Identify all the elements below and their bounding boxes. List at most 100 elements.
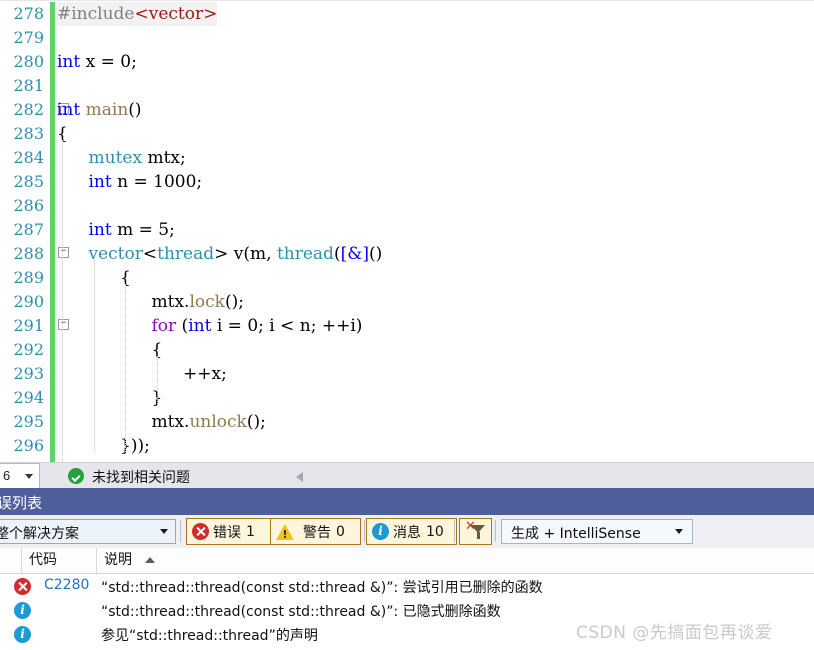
zoom-level-combobox[interactable]: 6 [0, 463, 40, 490]
code-line[interactable]: 279 [0, 26, 814, 50]
code-line[interactable]: 278 #include<vector> [0, 2, 814, 26]
messages-filter-toggle[interactable]: 消息 10 [366, 518, 457, 545]
line-number: 281 [13, 76, 44, 95]
code-token: ; [196, 172, 203, 192]
code-line[interactable]: 289{ [0, 266, 814, 290]
x-mark-icon: ✕ [465, 519, 476, 534]
code-token: int [57, 52, 81, 72]
clear-filter-icon[interactable]: ✕ [459, 518, 492, 545]
table-row[interactable]: “std::thread::thread(const std::thread &… [0, 598, 814, 622]
scope-combobox[interactable]: 整个解决方案 [0, 519, 176, 544]
warnings-filter-toggle[interactable]: 警告 0 [270, 518, 361, 545]
code-token: <vector> [134, 4, 218, 24]
row-description: “std::thread::thread(const std::thread &… [101, 580, 543, 596]
code-token: (); [224, 292, 244, 312]
table-row[interactable]: C2280 “std::thread::thread(const std::thr… [0, 574, 814, 598]
sort-ascending-icon [145, 557, 155, 563]
line-number: 278 [13, 4, 44, 23]
code-token: < [142, 244, 158, 264]
code-line[interactable]: 293 ++x; [0, 362, 814, 386]
code-token: mutex [88, 148, 143, 168]
build-source-combobox[interactable]: 生成 + IntelliSense [501, 519, 693, 544]
column-header-description[interactable]: 说明 [97, 548, 814, 573]
code-line[interactable]: 287 int m = 5; [0, 218, 814, 242]
code-token: 5 [158, 220, 170, 240]
toolbar-separator [364, 520, 365, 542]
row-description: “std::thread::thread(const std::thread &… [101, 604, 501, 620]
row-description: 参见“std::thread::thread”的声明 [101, 628, 318, 644]
error-icon [14, 578, 31, 595]
row-code[interactable]: C2280 [44, 577, 89, 593]
line-number: 280 [13, 52, 44, 71]
code-token: mtx. [151, 292, 190, 312]
chevron-down-icon [160, 529, 168, 534]
change-indicator-bar [50, 26, 55, 50]
line-number: 293 [13, 364, 44, 383]
code-line[interactable]: 283{ [0, 122, 814, 146]
column-header-code[interactable]: 代码 [22, 548, 97, 573]
warnings-count: 0 [336, 523, 345, 540]
code-token: (); [246, 412, 266, 432]
code-line[interactable]: 292{ [0, 338, 814, 362]
code-token: main [85, 100, 129, 120]
errors-filter-toggle[interactable]: 错误 1 [186, 518, 277, 545]
line-number: 294 [13, 388, 44, 407]
code-lines-container[interactable]: 278 #include<vector> 279 280 int x = 0; 281 28… [0, 2, 814, 462]
panel-title-bar[interactable]: 错误列表 [0, 488, 814, 515]
code-line[interactable]: 290 mtx.lock(); [0, 290, 814, 314]
code-token: 1000 [153, 172, 197, 192]
line-number: 282 [13, 100, 44, 119]
toolbar-separator [495, 520, 496, 542]
status-message: 未找到相关问题 [92, 470, 190, 486]
code-line[interactable]: 281 [0, 74, 814, 98]
code-text: ++x; [183, 362, 227, 386]
code-editor[interactable]: 278 #include<vector> 279 280 int x = 0; 281 28… [0, 0, 814, 462]
code-line[interactable]: 291 − for (int i = 0; i < n; ++i) [0, 314, 814, 338]
code-token: ( [333, 244, 341, 264]
code-line[interactable]: 285 int n = 1000; [0, 170, 814, 194]
code-token: thread [157, 244, 215, 264]
code-line[interactable]: 288− vector<thread> v(m, thread([&]() [0, 242, 814, 266]
build-source-value: 生成 + IntelliSense [511, 526, 641, 542]
error-list-panel: 错误列表 整个解决方案 错误 1 警告 0 消息 10 ✕ [0, 488, 814, 650]
indent-guide [156, 356, 158, 404]
change-indicator-bar [50, 290, 55, 314]
code-line[interactable]: 294} [0, 386, 814, 410]
code-token: mtx. [151, 412, 190, 432]
code-token: > v(m, [214, 244, 277, 264]
column-header-severity[interactable] [0, 548, 22, 573]
code-token: int [57, 100, 81, 120]
code-line[interactable]: 296})); [0, 434, 814, 458]
toolbar-separator [454, 520, 455, 542]
editor-status-strip: 6 未找到相关问题 [0, 462, 814, 490]
change-indicator-bar [50, 50, 55, 74]
table-row[interactable]: 参见“std::thread::thread”的声明 [0, 622, 814, 646]
triangle-left-icon[interactable] [296, 472, 303, 482]
code-token: 0 [247, 316, 259, 336]
line-number: 283 [13, 124, 44, 143]
indent-guide [62, 140, 63, 462]
collapse-region-icon[interactable]: − [58, 319, 69, 330]
code-line[interactable]: 286 [0, 194, 814, 218]
change-indicator-bar [50, 98, 55, 122]
code-token: 0 [120, 52, 132, 72]
error-grid-header: 代码 说明 [0, 548, 814, 574]
code-token: ; [131, 52, 137, 72]
code-token: int [88, 220, 112, 240]
line-number: 292 [13, 340, 44, 359]
code-line[interactable]: 284 mutex mtx; [0, 146, 814, 170]
code-line[interactable]: 280 int x = 0; [0, 50, 814, 74]
line-number: 287 [13, 220, 44, 239]
collapse-region-icon[interactable]: − [58, 247, 69, 258]
code-token: thread [276, 244, 334, 264]
line-number: 291 [13, 316, 44, 335]
code-line[interactable]: 295 mtx.unlock(); [0, 410, 814, 434]
change-indicator-bar [50, 194, 55, 218]
code-line[interactable]: 282− int main() [0, 98, 814, 122]
line-number: 290 [13, 292, 44, 311]
panel-title: 错误列表 [0, 494, 43, 512]
line-number: 295 [13, 412, 44, 431]
change-indicator-bar [50, 410, 55, 434]
messages-count: 10 [426, 523, 444, 540]
warning-icon [276, 523, 294, 541]
